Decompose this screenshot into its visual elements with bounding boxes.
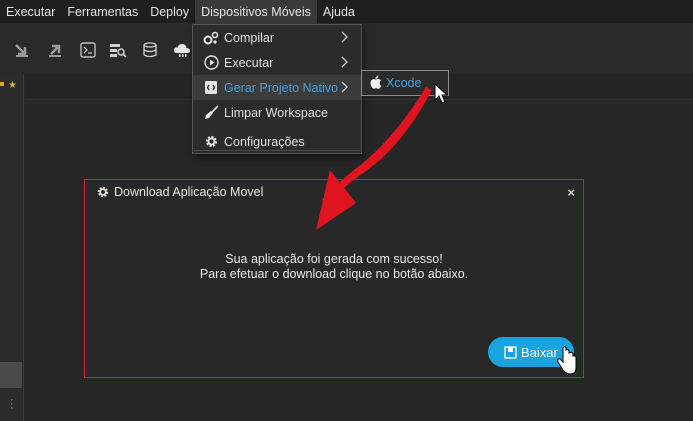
dialog-message: Sua aplicação foi gerada com sucesso! Pa… <box>85 252 583 282</box>
menu-item-configuracoes[interactable]: Configurações <box>193 129 361 154</box>
menu-item-label: Limpar Workspace <box>224 105 328 120</box>
dialog-title: Download Aplicação Movel <box>96 185 263 199</box>
close-icon[interactable]: × <box>567 185 575 200</box>
menu-item-limpar-workspace[interactable]: Limpar Workspace <box>193 100 361 125</box>
code-file-icon <box>203 80 219 96</box>
more-options-icon[interactable]: · · · <box>10 395 14 414</box>
menu-item-gerar-projeto-nativo[interactable]: Gerar Projeto Nativo <box>193 75 361 100</box>
menu-item-compilar[interactable]: Compilar <box>193 25 361 50</box>
baixar-button[interactable]: Baixar <box>488 337 574 367</box>
dialog-title-text: Download Aplicação Movel <box>114 185 264 199</box>
broom-icon <box>203 105 219 121</box>
dispositivos-moveis-dropdown: Compilar Executar Gerar Projeto Nativo L… <box>192 24 362 154</box>
play-circle-icon <box>203 55 219 71</box>
menu-dispositivos-moveis[interactable]: Dispositivos Móveis <box>195 0 317 24</box>
chevron-right-icon <box>341 56 348 68</box>
menu-item-executar[interactable]: Executar <box>193 50 361 75</box>
search-server-icon[interactable] <box>108 40 128 60</box>
import-icon[interactable] <box>12 40 32 60</box>
menu-item-label: Gerar Projeto Nativo <box>224 80 338 95</box>
submenu-item-label: Xcode <box>386 76 422 90</box>
terminal-icon[interactable] <box>78 40 98 60</box>
menu-item-label: Configurações <box>224 134 305 149</box>
menu-bar: Executar Ferramentas Deploy Dispositivos… <box>0 0 693 24</box>
menu-item-label: Compilar <box>224 30 275 45</box>
database-icon[interactable] <box>140 40 160 60</box>
gear-icon <box>96 185 110 199</box>
menu-item-label: Executar <box>224 55 274 70</box>
baixar-button-label: Baixar <box>521 344 558 360</box>
export-icon[interactable] <box>45 40 65 60</box>
gears-icon <box>203 30 219 46</box>
left-panel: ★ · · · <box>0 74 24 421</box>
cloud-icon[interactable] <box>172 40 192 60</box>
gear-icon <box>203 134 219 150</box>
download-dialog: Download Aplicação Movel × Sua aplicação… <box>84 179 584 378</box>
apple-icon <box>370 75 382 92</box>
menu-deploy[interactable]: Deploy <box>144 0 195 24</box>
menu-ferramentas[interactable]: Ferramentas <box>61 0 144 24</box>
submenu-xcode[interactable]: Xcode <box>361 70 449 96</box>
menu-ajuda[interactable]: Ajuda <box>317 0 361 24</box>
chevron-right-icon <box>341 81 348 93</box>
selected-panel-item[interactable] <box>0 362 22 388</box>
menu-executar[interactable]: Executar <box>0 0 61 24</box>
download-box-icon <box>504 345 517 359</box>
message-line-1: Sua aplicação foi gerada com sucesso! <box>225 252 443 266</box>
star-icon[interactable]: ★ <box>8 80 17 91</box>
message-line-2: Para efetuar o download clique no botão … <box>199 267 469 281</box>
status-dot <box>0 82 4 86</box>
chevron-right-icon <box>341 31 348 43</box>
